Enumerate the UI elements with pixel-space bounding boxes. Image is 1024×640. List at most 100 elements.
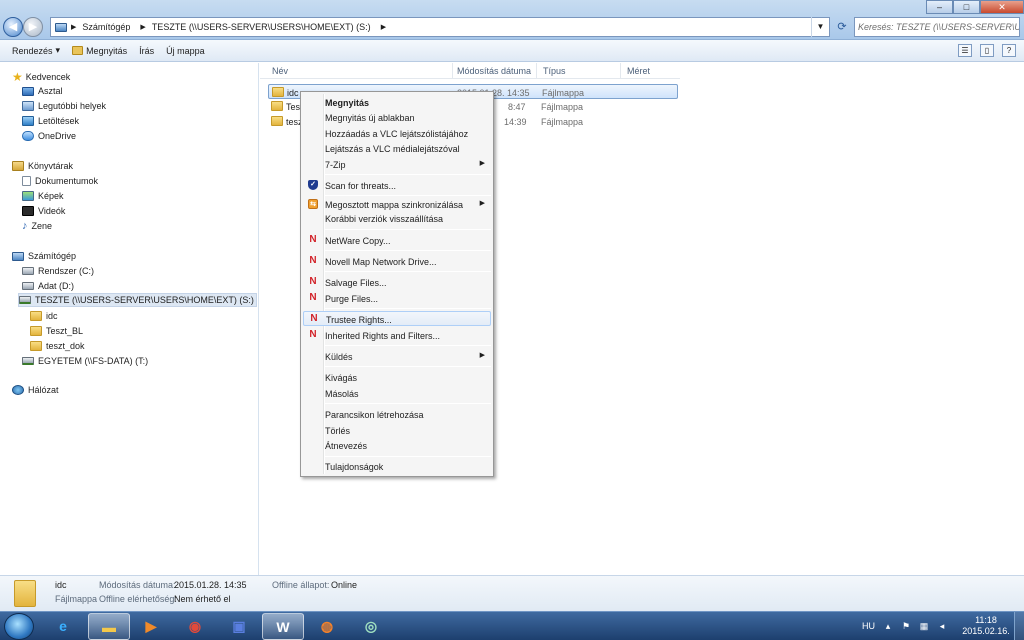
clock[interactable]: 11:18 2015.02.16. (962, 615, 1010, 637)
minimize-button[interactable]: – (926, 0, 953, 14)
preview-pane-icon[interactable]: ▯ (980, 44, 994, 57)
column-header-date[interactable]: Módosítás dátuma (457, 66, 531, 76)
folder-icon (30, 311, 42, 321)
breadcrumb-drive[interactable]: TESZTE (\\USERS-SERVER\USERS\HOME\EXT) (… (152, 22, 371, 32)
menu-item-vlc-add[interactable]: Hozzáadás a VLC lejátszólistájához (303, 126, 491, 141)
breadcrumb-separator-icon[interactable]: ▶ (140, 23, 145, 31)
chrome-icon[interactable]: ◉ (174, 613, 216, 640)
menu-item-vlc-play[interactable]: Lejátszás a VLC médialejátszóval (303, 141, 491, 156)
nav-libraries[interactable]: Könyvtárak (12, 159, 73, 173)
firefox-icon[interactable]: ◍ (306, 613, 348, 640)
word-icon[interactable]: W (262, 613, 304, 640)
nav-item-drive-c[interactable]: Rendszer (C:) (22, 264, 94, 278)
nav-network[interactable]: Hálózat (12, 383, 59, 397)
menu-item-rename[interactable]: Átnevezés (303, 438, 491, 453)
back-button[interactable]: ◀ (3, 17, 23, 37)
open-button[interactable]: Megnyitás (72, 46, 127, 56)
nav-item-pictures[interactable]: Képek (22, 189, 64, 203)
address-dropdown-icon[interactable]: ▼ (811, 17, 829, 37)
nav-item-onedrive[interactable]: OneDrive (22, 129, 76, 143)
internet-explorer-icon[interactable]: e (42, 613, 84, 640)
menu-item-label: Hozzáadás a VLC lejátszólistájához (325, 129, 469, 139)
search-input[interactable]: Keresés: TESZTE (\\USERS-SERVER\US... (854, 17, 1020, 37)
nav-item-folder-teszt-dok[interactable]: teszt_dok (30, 339, 85, 353)
media-player-icon[interactable]: ▶ (130, 613, 172, 640)
column-divider[interactable] (452, 63, 453, 79)
libraries-icon (12, 161, 24, 171)
nav-item-label: OneDrive (38, 131, 77, 141)
chevron-up-icon[interactable]: ▴ (883, 621, 893, 631)
nav-item-recent[interactable]: Legutóbbi helyek (22, 99, 106, 113)
nav-item-folder-idc[interactable]: idc (30, 309, 58, 323)
menu-item-restore-versions[interactable]: Korábbi verziók visszaállítása (303, 211, 491, 226)
network-status-icon[interactable]: ▦ (919, 621, 929, 631)
nav-item-drive-s[interactable]: TESZTE (\\USERS-SERVER\USERS\HOME\EXT) (… (18, 293, 257, 307)
nav-item-videos[interactable]: Videók (22, 204, 65, 218)
menu-item-create-shortcut[interactable]: Parancsikon létrehozása (303, 407, 491, 422)
menu-item-open-new-window[interactable]: Megnyitás új ablakban (303, 110, 491, 125)
nav-item-downloads[interactable]: Letöltések (22, 114, 79, 128)
clock-date: 2015.02.16. (962, 626, 1010, 636)
details-offline-availability-label: Offline elérhetőség: (99, 594, 177, 604)
organize-button[interactable]: Rendezés ▾ (12, 45, 60, 56)
menu-item-label: Megnyitás új ablakban (325, 113, 415, 123)
address-bar[interactable]: ▶ Számítógép ▶ TESZTE (\\USERS-SERVER\US… (50, 17, 830, 37)
new-folder-button[interactable]: Új mappa (166, 46, 205, 56)
help-icon[interactable]: ? (1002, 44, 1016, 57)
breadcrumb-separator-icon[interactable]: ▶ (381, 23, 386, 31)
menu-item-label: 7-Zip (325, 160, 346, 170)
app-icon[interactable]: ◎ (350, 613, 392, 640)
file-explorer-icon[interactable]: ▬ (88, 613, 130, 640)
menu-item-scan[interactable]: ✓ Scan for threats... (303, 178, 491, 193)
nav-item-drive-t[interactable]: EGYETEM (\\FS-DATA) (T:) (22, 354, 148, 368)
menu-item-7zip[interactable]: 7-Zip ▶ (303, 157, 491, 172)
show-desktop-button[interactable] (1014, 612, 1024, 640)
menu-item-send-to[interactable]: Küldés ▶ (303, 349, 491, 364)
volume-icon[interactable]: ◂ (937, 621, 947, 631)
column-divider[interactable] (620, 63, 621, 79)
nav-favorites[interactable]: ★ Kedvencek (12, 70, 70, 84)
menu-item-label: Törlés (325, 426, 351, 436)
forward-button[interactable]: ▶ (23, 17, 43, 37)
menu-item-copy[interactable]: Másolás (303, 386, 491, 401)
menu-item-open[interactable]: Megnyitás (303, 95, 491, 110)
close-button[interactable]: ✕ (980, 0, 1024, 14)
menu-item-trustee-rights[interactable]: N Trustee Rights... (303, 311, 491, 326)
novell-icon: N (309, 234, 317, 245)
menu-item-novell-map[interactable]: N Novell Map Network Drive... (303, 254, 491, 269)
burn-button[interactable]: Írás (139, 46, 154, 56)
floppy-disk-icon[interactable]: ▣ (218, 613, 260, 640)
maximize-button[interactable]: □ (953, 0, 980, 14)
menu-separator (325, 366, 491, 367)
breadcrumb-separator-icon[interactable]: ▶ (71, 23, 76, 31)
new-folder-label: Új mappa (166, 45, 205, 56)
menu-item-salvage[interactable]: N Salvage Files... (303, 275, 491, 290)
menu-item-share-sync[interactable]: ⇆ Megosztott mappa szinkronizálása ▶ (303, 197, 491, 212)
nav-computer[interactable]: Számítógép (12, 249, 76, 263)
refresh-icon[interactable]: ⟳ (832, 17, 852, 37)
nav-item-documents[interactable]: Dokumentumok (22, 174, 98, 188)
recent-places-icon (22, 101, 34, 111)
column-header-size[interactable]: Méret (627, 66, 650, 76)
menu-item-properties[interactable]: Tulajdonságok (303, 459, 491, 474)
view-options-icon[interactable]: ☰ (958, 44, 972, 57)
action-center-flag-icon[interactable]: ⚑ (901, 621, 911, 631)
menu-item-cut[interactable]: Kivágás (303, 370, 491, 385)
column-header-name[interactable]: Név (272, 66, 288, 76)
menu-item-purge[interactable]: N Purge Files... (303, 291, 491, 306)
language-indicator[interactable]: HU (862, 621, 875, 631)
column-header-type[interactable]: Típus (543, 66, 566, 76)
menu-item-label: Parancsikon létrehozása (325, 410, 424, 420)
menu-item-delete[interactable]: Törlés (303, 423, 491, 438)
novell-icon: N (309, 292, 317, 303)
menu-item-inherited-rights[interactable]: N Inherited Rights and Filters... (303, 328, 491, 343)
nav-item-drive-d[interactable]: Adat (D:) (22, 279, 74, 293)
nav-item-folder-teszt-bl[interactable]: Teszt_BL (30, 324, 83, 338)
menu-item-netware-copy[interactable]: N NetWare Copy... (303, 233, 491, 248)
nav-item-music[interactable]: ♪ Zene (22, 219, 52, 233)
context-menu: Megnyitás Megnyitás új ablakban Hozzáadá… (300, 91, 494, 477)
breadcrumb-computer[interactable]: Számítógép (82, 22, 130, 32)
nav-item-desktop[interactable]: Asztal (22, 84, 63, 98)
start-button[interactable] (4, 613, 34, 640)
column-divider[interactable] (536, 63, 537, 79)
